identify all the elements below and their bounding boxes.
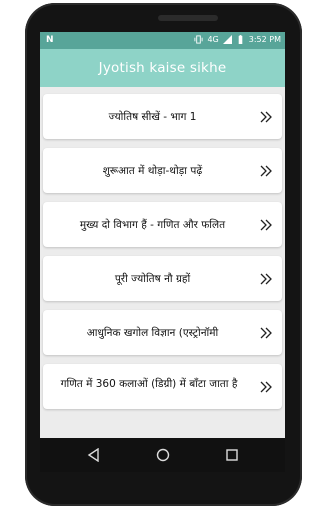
double-chevron-right-icon xyxy=(260,273,272,284)
recents-icon[interactable] xyxy=(225,448,239,462)
list-item-label: मुख्य दो विभाग हैं - गणित और फलित xyxy=(79,218,226,231)
phone-speaker xyxy=(158,15,218,21)
list-item-label: शुरूआत में थोड़ा-थोड़ा पढ़ें xyxy=(102,164,203,177)
double-chevron-right-icon xyxy=(260,165,272,176)
list-item-label: आधुनिक खगोल विज्ञान (एस्ट्रोनॉमी xyxy=(86,326,219,339)
list-item-label: ज्योतिष सीखें - भाग 1 xyxy=(108,110,197,123)
list-item[interactable]: ज्योतिष सीखें - भाग 1 xyxy=(43,94,282,139)
list-item[interactable]: पूरी ज्योतिष नौ ग्रहों xyxy=(43,256,282,301)
double-chevron-right-icon xyxy=(260,219,272,230)
list-item[interactable]: आधुनिक खगोल विज्ञान (एस्ट्रोनॉमी xyxy=(43,310,282,355)
status-time: 3:52 PM xyxy=(248,35,281,44)
double-chevron-right-icon xyxy=(260,381,272,392)
double-chevron-right-icon xyxy=(260,327,272,338)
topic-list: ज्योतिष सीखें - भाग 1 शुरूआत में थोड़ा-थ… xyxy=(40,87,285,409)
battery-icon xyxy=(238,35,243,44)
home-icon[interactable] xyxy=(156,448,170,462)
list-item[interactable]: गणित में 360 कलाओं (डिग्री) में बाँटा जा… xyxy=(43,364,282,409)
vibrate-icon xyxy=(194,35,204,44)
network-type: 4G xyxy=(207,35,219,44)
app-title: Jyotish kaise sikhe xyxy=(98,60,227,76)
status-bar: N 4G 3:52 PM xyxy=(40,32,285,49)
navigation-bar xyxy=(40,438,285,472)
app-screen: N 4G 3:52 PM Jyotish kaise sikhe ज्योतिष… xyxy=(40,32,285,438)
list-item-label: पूरी ज्योतिष नौ ग्रहों xyxy=(114,272,191,285)
list-item-label: गणित में 360 कलाओं (डिग्री) में बाँटा जा… xyxy=(60,378,238,390)
signal-icon xyxy=(222,35,232,44)
double-chevron-right-icon xyxy=(260,111,272,122)
notification-icon: N xyxy=(46,35,54,45)
back-icon[interactable] xyxy=(87,448,101,462)
app-bar: Jyotish kaise sikhe xyxy=(40,49,285,87)
list-item[interactable]: शुरूआत में थोड़ा-थोड़ा पढ़ें xyxy=(43,148,282,193)
list-item[interactable]: मुख्य दो विभाग हैं - गणित और फलित xyxy=(43,202,282,247)
